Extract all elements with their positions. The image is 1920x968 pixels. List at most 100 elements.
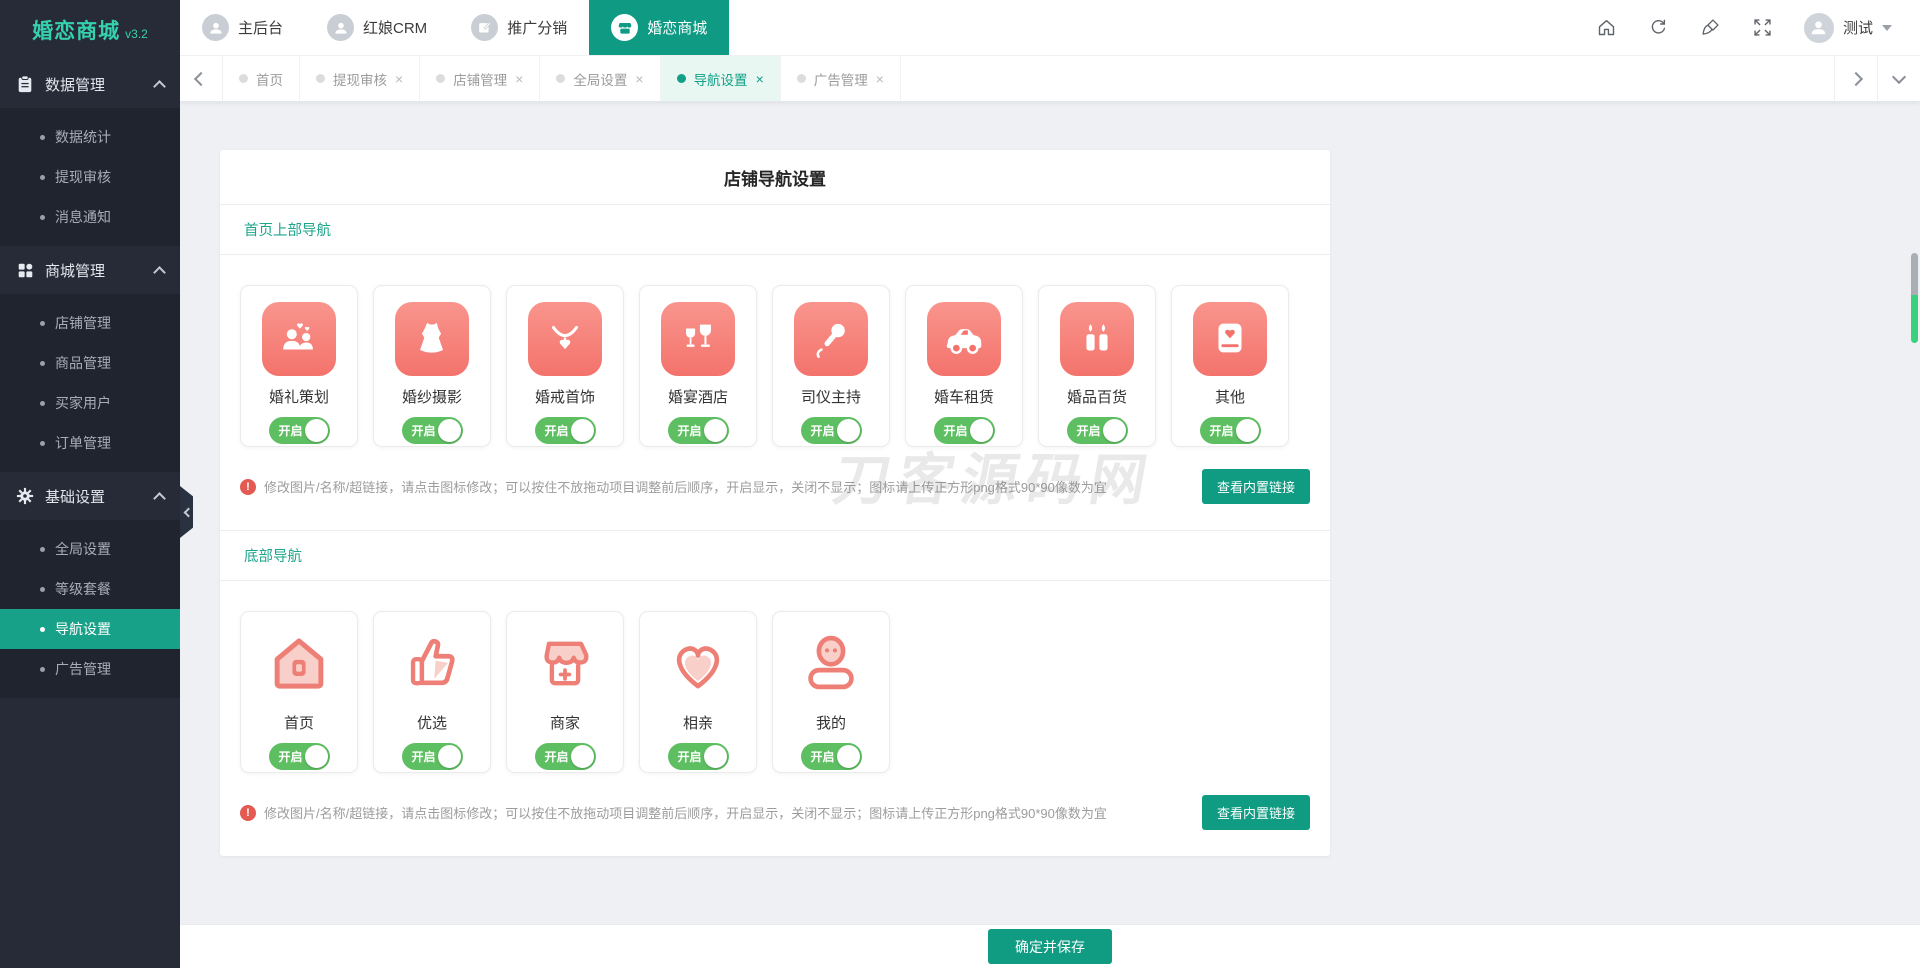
nav-card-home[interactable]: 首页 开启: [240, 611, 358, 773]
tab-label: 店铺管理: [453, 69, 507, 89]
sidebar-item-ad-mgmt[interactable]: 广告管理: [0, 649, 180, 689]
nav-card-other[interactable]: 其他 开启: [1171, 285, 1289, 447]
enable-toggle[interactable]: 开启: [402, 743, 463, 770]
tab-dot-icon: [677, 74, 686, 83]
view-builtin-links-button[interactable]: 查看内置链接: [1202, 795, 1310, 830]
fullscreen-icon[interactable]: [1752, 17, 1773, 38]
sidebar-section-mall[interactable]: 商城管理: [0, 246, 180, 294]
microphone-icon[interactable]: [794, 302, 868, 376]
footer-bar: 确定并保存: [180, 924, 1920, 968]
tabbar-spacer: [901, 56, 1834, 101]
sidebar-item-nav-settings[interactable]: 导航设置: [0, 609, 180, 649]
sidebar-item-store-mgmt[interactable]: 店铺管理: [0, 303, 180, 343]
home-outline-icon[interactable]: [262, 628, 336, 702]
sidebar-item-order-mgmt[interactable]: 订单管理: [0, 423, 180, 463]
candles-icon[interactable]: [1060, 302, 1134, 376]
car-icon[interactable]: [927, 302, 1001, 376]
nav-card-label: 婚品百货: [1067, 386, 1127, 407]
dress-icon[interactable]: [395, 302, 469, 376]
tab-store-mgmt[interactable]: 店铺管理 ×: [420, 56, 540, 101]
close-icon[interactable]: ×: [756, 72, 764, 86]
user-menu[interactable]: 测试: [1804, 13, 1892, 43]
nav-card-label: 我的: [816, 712, 846, 733]
necklace-icon[interactable]: [528, 302, 602, 376]
toggle-label: 开启: [811, 422, 835, 439]
store-outline-icon[interactable]: [528, 628, 602, 702]
tabs-menu-button[interactable]: [1877, 56, 1920, 101]
nav-item-matchmaker-crm[interactable]: 红娘CRM: [305, 0, 449, 55]
sidebar-section-settings[interactable]: 基础设置: [0, 472, 180, 520]
nav-card-wedding-car-rental[interactable]: 婚车租赁 开启: [905, 285, 1023, 447]
tab-dot-icon: [436, 74, 445, 83]
nav-item-main-backend[interactable]: 主后台: [180, 0, 305, 55]
nav-card-wedding-planning[interactable]: 婚礼策划 开启: [240, 285, 358, 447]
nav-item-marriage-mall[interactable]: 婚恋商城: [589, 0, 729, 55]
tabs-scroll-left-button[interactable]: [180, 56, 223, 101]
tab-nav-settings[interactable]: 导航设置 ×: [661, 56, 781, 101]
sidebar-item-buyer-users[interactable]: 买家用户: [0, 383, 180, 423]
nav-card-label: 相亲: [683, 712, 713, 733]
sidebar-item-level-packages[interactable]: 等级套餐: [0, 569, 180, 609]
nav-card-rings-jewelry[interactable]: 婚戒首饰 开启: [506, 285, 624, 447]
close-icon[interactable]: ×: [515, 72, 523, 86]
heart-outline-icon[interactable]: [661, 628, 735, 702]
wine-glasses-icon[interactable]: [661, 302, 735, 376]
nav-card-wedding-goods[interactable]: 婚品百货 开启: [1038, 285, 1156, 447]
nav-card-mine[interactable]: 我的 开启: [772, 611, 890, 773]
enable-toggle[interactable]: 开启: [1200, 417, 1261, 444]
clear-cache-icon[interactable]: [1700, 17, 1721, 38]
sidebar-item-global-settings[interactable]: 全局设置: [0, 529, 180, 569]
user-outline-icon[interactable]: [794, 628, 868, 702]
close-icon[interactable]: ×: [635, 72, 643, 86]
nav-card-emcee-host[interactable]: 司仪主持 开启: [772, 285, 890, 447]
tab-global-settings[interactable]: 全局设置 ×: [540, 56, 660, 101]
nav-card-banquet-hotel[interactable]: 婚宴酒店 开启: [639, 285, 757, 447]
book-icon[interactable]: [1193, 302, 1267, 376]
enable-toggle[interactable]: 开启: [801, 743, 862, 770]
save-button[interactable]: 确定并保存: [988, 929, 1112, 964]
close-icon[interactable]: ×: [395, 72, 403, 86]
sidebar-item-goods-mgmt[interactable]: 商品管理: [0, 343, 180, 383]
tab-dot-icon: [556, 74, 565, 83]
tip-left: ! 修改图片/名称/超链接，请点击图标修改；可以按住不放拖动项目调整前后顺序，开…: [240, 477, 1107, 496]
toggle-knob: [837, 419, 860, 442]
enable-toggle[interactable]: 开启: [535, 743, 596, 770]
tab-withdraw-review[interactable]: 提现审核 ×: [300, 56, 420, 101]
sidebar-item-withdraw-review[interactable]: 提现审核: [0, 157, 180, 197]
enable-toggle[interactable]: 开启: [535, 417, 596, 444]
tip-text: 修改图片/名称/超链接，请点击图标修改；可以按住不放拖动项目调整前后顺序，开启显…: [264, 477, 1107, 496]
nav-item-promotion[interactable]: 推广分销: [449, 0, 589, 55]
toggle-label: 开启: [811, 748, 835, 765]
nav-card-wedding-photography[interactable]: 婚纱摄影 开启: [373, 285, 491, 447]
enable-toggle[interactable]: 开启: [269, 417, 330, 444]
nav-card-merchants[interactable]: 商家 开启: [506, 611, 624, 773]
enable-toggle[interactable]: 开启: [402, 417, 463, 444]
scrollbar-thumb-green[interactable]: [1911, 295, 1918, 343]
enable-toggle[interactable]: 开启: [934, 417, 995, 444]
scrollbar[interactable]: [1911, 253, 1918, 343]
tab-home[interactable]: 首页: [223, 56, 300, 101]
enable-toggle[interactable]: 开启: [668, 743, 729, 770]
nav-card-matchmaking[interactable]: 相亲 开启: [639, 611, 757, 773]
tab-ad-mgmt[interactable]: 广告管理 ×: [781, 56, 901, 101]
enable-toggle[interactable]: 开启: [668, 417, 729, 444]
home-icon[interactable]: [1596, 17, 1617, 38]
nav-card-preferred[interactable]: 优选 开启: [373, 611, 491, 773]
toggle-label: 开启: [279, 748, 303, 765]
nav-card-label: 婚纱摄影: [402, 386, 462, 407]
sidebar-item-data-stats[interactable]: 数据统计: [0, 117, 180, 157]
sidebar-item-message-notice[interactable]: 消息通知: [0, 197, 180, 237]
enable-toggle[interactable]: 开启: [1067, 417, 1128, 444]
tabs-scroll-right-button[interactable]: [1834, 56, 1877, 101]
view-builtin-links-button[interactable]: 查看内置链接: [1202, 469, 1310, 504]
nav-card-label: 商家: [550, 712, 580, 733]
scrollbar-thumb-gray[interactable]: [1911, 253, 1918, 295]
sidebar-item-label: 等级套餐: [55, 579, 111, 599]
enable-toggle[interactable]: 开启: [801, 417, 862, 444]
close-icon[interactable]: ×: [876, 72, 884, 86]
refresh-icon[interactable]: [1648, 17, 1669, 38]
couple-icon[interactable]: [262, 302, 336, 376]
sidebar-section-data[interactable]: 数据管理: [0, 60, 180, 108]
thumb-up-icon[interactable]: [395, 628, 469, 702]
enable-toggle[interactable]: 开启: [269, 743, 330, 770]
